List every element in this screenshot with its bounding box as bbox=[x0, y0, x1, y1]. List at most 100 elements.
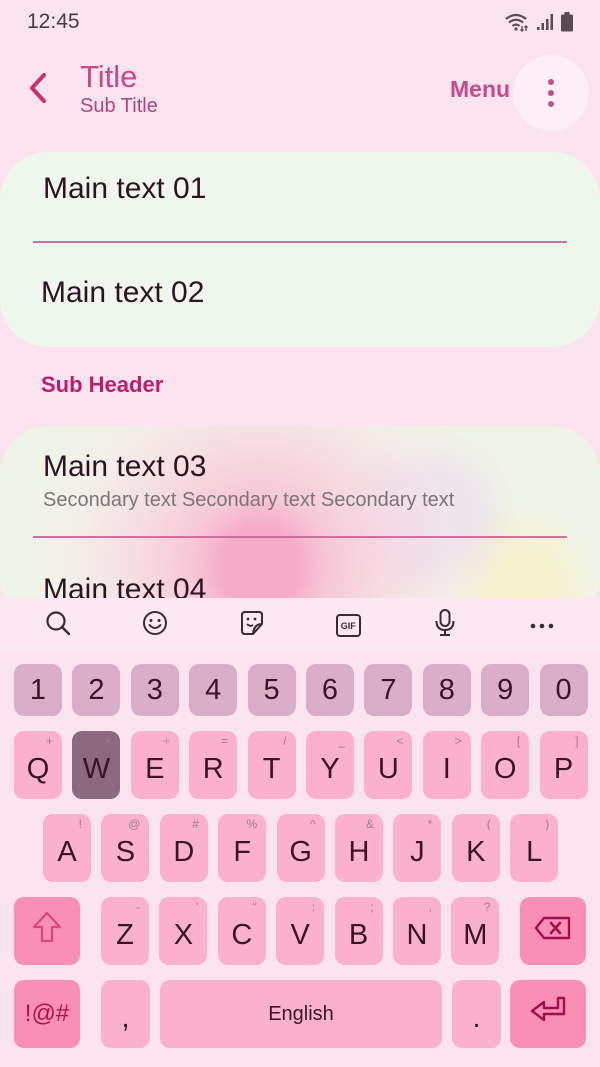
page-subtitle: Sub Title bbox=[80, 95, 158, 117]
back-button[interactable] bbox=[20, 70, 56, 110]
list-item[interactable]: Main text 02 bbox=[0, 243, 600, 347]
key-4[interactable]: 4 bbox=[189, 664, 238, 716]
page-title: Title bbox=[80, 59, 138, 94]
key-label: 5 bbox=[263, 673, 280, 706]
key-label: G bbox=[289, 835, 312, 868]
key-hint: × bbox=[104, 734, 112, 748]
key-label: R bbox=[202, 752, 224, 785]
voice-input-button[interactable] bbox=[423, 604, 467, 648]
keyboard-search-button[interactable] bbox=[36, 604, 80, 648]
space-key[interactable]: English bbox=[160, 980, 442, 1048]
key-u[interactable]: < U bbox=[364, 731, 413, 799]
key-label: H bbox=[348, 835, 370, 868]
period-key[interactable]: . bbox=[452, 980, 501, 1048]
key-l[interactable]: ) L bbox=[510, 814, 559, 882]
key-3[interactable]: 3 bbox=[130, 664, 179, 716]
key-label: P bbox=[553, 752, 574, 785]
key-a[interactable]: ! A bbox=[43, 814, 91, 882]
key-p[interactable]: ] P bbox=[539, 731, 588, 799]
list-item[interactable]: Main text 01 bbox=[0, 152, 600, 242]
key-hint: > bbox=[454, 734, 462, 748]
key-label: 0 bbox=[555, 673, 572, 706]
key-hint: : bbox=[311, 900, 316, 914]
key-label: U bbox=[377, 752, 399, 785]
menu-button[interactable]: Menu bbox=[450, 76, 510, 103]
symbols-key[interactable]: !@# bbox=[14, 980, 80, 1048]
key-h[interactable]: & H bbox=[335, 814, 383, 882]
key-label: 9 bbox=[497, 673, 514, 706]
comma-key[interactable]: , bbox=[101, 980, 150, 1048]
key-t[interactable]: / T bbox=[247, 731, 296, 799]
key-hint: / bbox=[283, 734, 287, 748]
more-tools-button[interactable] bbox=[520, 604, 564, 648]
key-hint: ; bbox=[370, 900, 374, 914]
key-j[interactable]: * J bbox=[393, 814, 442, 882]
key-e[interactable]: ÷ E bbox=[130, 731, 179, 799]
status-icons bbox=[504, 12, 574, 32]
period-key-label: . bbox=[472, 1001, 481, 1034]
key-r[interactable]: = R bbox=[189, 731, 238, 799]
key-g[interactable]: ^ G bbox=[276, 814, 325, 882]
key-label: F bbox=[233, 835, 252, 868]
key-w[interactable]: × W bbox=[72, 731, 121, 799]
key-label: D bbox=[173, 835, 195, 868]
key-label: Z bbox=[116, 918, 134, 951]
key-d[interactable]: # D bbox=[159, 814, 208, 882]
enter-icon bbox=[528, 995, 568, 1033]
key-0[interactable]: 0 bbox=[539, 664, 588, 716]
list-item-main-text: Main text 01 bbox=[43, 172, 207, 205]
key-label: W bbox=[82, 752, 111, 785]
key-z[interactable]: -Z bbox=[101, 897, 149, 965]
wifi-icon bbox=[504, 12, 530, 32]
key-hint: % bbox=[246, 817, 258, 831]
key-hint: < bbox=[396, 734, 404, 748]
key-q[interactable]: + Q bbox=[14, 731, 62, 799]
shift-icon bbox=[31, 910, 63, 952]
backspace-key[interactable] bbox=[520, 897, 586, 965]
key-m[interactable]: ? M bbox=[451, 897, 500, 965]
sticker-button[interactable] bbox=[230, 604, 274, 648]
key-label: E bbox=[145, 752, 165, 785]
gif-button[interactable]: GIF bbox=[326, 604, 370, 648]
key-label: 4 bbox=[205, 673, 222, 706]
key-hint: * bbox=[427, 817, 433, 831]
key-8[interactable]: 8 bbox=[422, 664, 471, 716]
key-i[interactable]: > I bbox=[422, 731, 471, 799]
status-time: 12:45 bbox=[27, 10, 80, 33]
key-b[interactable]: ; B bbox=[334, 897, 383, 965]
key-2[interactable]: 2 bbox=[72, 664, 121, 716]
key-k[interactable]: (K bbox=[451, 814, 500, 882]
key-9[interactable]: 9 bbox=[481, 664, 530, 716]
keyboard: GIF 1 2 3 4 5 6 7 8 9 0 + Q × W ÷ E = R / T _ Y < U > I[O] P! A @ S # D… bbox=[0, 598, 600, 1067]
more-options-button[interactable] bbox=[513, 55, 589, 131]
key-1[interactable]: 1 bbox=[14, 664, 62, 716]
key-c[interactable]: " C bbox=[217, 897, 266, 965]
shift-key[interactable] bbox=[14, 897, 80, 965]
key-v[interactable]: :V bbox=[276, 897, 325, 965]
key-y[interactable]: _ Y bbox=[306, 731, 354, 799]
key-label: J bbox=[410, 835, 425, 868]
list-item[interactable]: Main text 03 Secondary text Secondary te… bbox=[0, 426, 600, 536]
enter-key[interactable] bbox=[510, 980, 586, 1048]
key-label: 7 bbox=[380, 673, 397, 706]
key-hint: ! bbox=[78, 817, 82, 831]
key-7[interactable]: 7 bbox=[364, 664, 413, 716]
key-o[interactable]: [O bbox=[481, 731, 530, 799]
key-f[interactable]: % F bbox=[218, 814, 267, 882]
emoji-button[interactable] bbox=[133, 604, 177, 648]
key-hint: ^ bbox=[309, 817, 316, 831]
comma-key-label: , bbox=[121, 1001, 130, 1034]
symbols-key-label: !@# bbox=[24, 1000, 70, 1027]
key-s[interactable]: @ S bbox=[101, 814, 150, 882]
key-6[interactable]: 6 bbox=[306, 664, 354, 716]
more-horizontal-icon bbox=[530, 617, 554, 635]
key-5[interactable]: 5 bbox=[247, 664, 296, 716]
key-n[interactable]: ,N bbox=[393, 897, 441, 965]
more-vertical-icon bbox=[548, 79, 554, 107]
key-x[interactable]: ' X bbox=[159, 897, 208, 965]
search-icon bbox=[44, 609, 72, 642]
key-hint: _ bbox=[338, 734, 345, 748]
key-label: O bbox=[493, 752, 517, 785]
key-label: A bbox=[57, 835, 77, 868]
key-label: I bbox=[442, 752, 451, 785]
